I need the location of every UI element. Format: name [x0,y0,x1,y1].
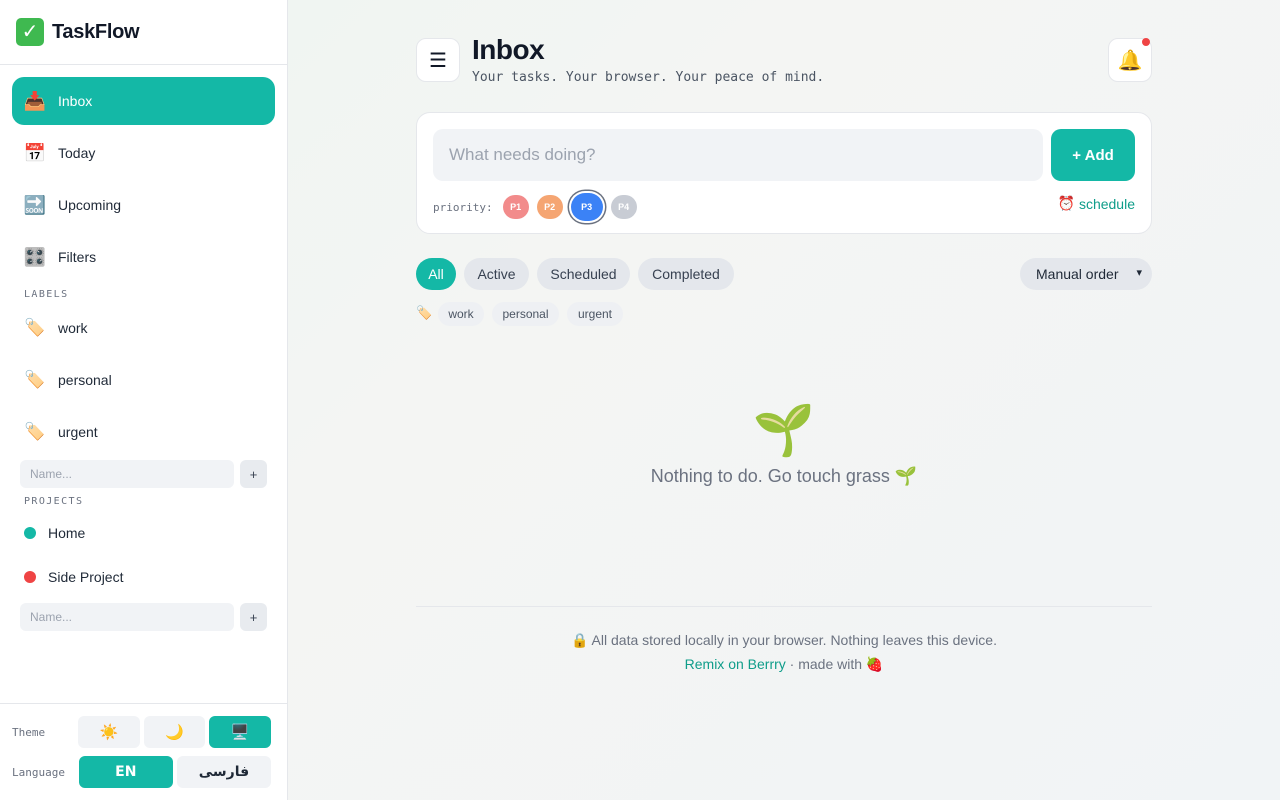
theme-light-button[interactable]: ☀️ [78,716,140,748]
language-label: Language [12,765,65,779]
nav-item-label: Upcoming [58,197,122,213]
status-filter-row: All Active Scheduled Completed Manual or… [416,258,1152,290]
empty-state: 🌱 Nothing to do. Go touch grass 🌱 [416,400,1152,487]
task-composer: + Add priority: P1 P2 P3 P4 ⏰ schedule [416,112,1152,234]
nav-item-label: Inbox [58,93,93,109]
theme-dark-button[interactable]: 🌙 [143,716,206,748]
tab-completed[interactable]: Completed [638,258,734,290]
new-project-input[interactable] [20,603,234,631]
schedule-button[interactable]: ⏰ schedule [1058,195,1135,212]
soon-arrow-icon: 🔜 [23,194,47,215]
label-filter-work[interactable]: work [438,302,484,326]
sidebar-label-urgent[interactable]: 🏷️ urgent [0,408,287,456]
label-filter-urgent[interactable]: urgent [567,302,623,326]
nav-item-upcoming[interactable]: 🔜 Upcoming [12,181,275,229]
chevron-down-icon: ▾ [1136,267,1142,279]
add-label-button[interactable]: + [240,460,267,488]
priority-p2-button[interactable]: P2 [536,195,563,219]
tag-icon: 🏷️ [24,370,46,389]
priority-p3-button[interactable]: P3 [570,193,603,221]
page-header: ☰ Inbox Your tasks. Your browser. Your p… [416,0,1152,112]
credit-line: Remix on Berrry · made with 🍓 [416,656,1152,673]
bell-icon: 🔔 [1117,49,1143,72]
check-mark-icon: ✓ [16,18,44,46]
label-name: urgent [58,424,98,440]
theme-row: Theme ☀️ 🌙 🖥️ [12,716,275,748]
main-content: ☰ Inbox Your tasks. Your browser. Your p… [416,0,1152,672]
sidebar: ✓ TaskFlow 📥 Inbox 📅 Today 🔜 Upcoming 🎛️… [0,0,288,800]
brand-name: TaskFlow [52,20,140,43]
alarm-clock-icon: ⏰ [1057,195,1075,211]
tag-icon: 🏷️ [24,318,46,337]
nav-item-label: Filters [58,249,97,265]
project-color-dot [24,527,36,539]
tab-all[interactable]: All [416,258,456,290]
seedling-icon: 🌱 [752,402,816,458]
nav-item-filters[interactable]: 🎛️ Filters [12,233,275,281]
project-name: Home [48,525,86,541]
sidebar-settings: Theme ☀️ 🌙 🖥️ Language EN فارسی [0,703,287,800]
label-filter-personal[interactable]: personal [492,302,559,326]
priority-label: priority: [433,200,493,214]
priority-p1-button[interactable]: P1 [502,195,529,219]
sidebar-project-home[interactable]: Home [0,511,287,555]
empty-state-text: Nothing to do. Go touch grass 🌱 [650,466,918,486]
label-name: personal [58,372,112,388]
project-color-dot [24,571,36,583]
project-name: Side Project [48,569,124,585]
sidebar-label-personal[interactable]: 🏷️ personal [0,356,287,404]
main-nav: 📥 Inbox 📅 Today 🔜 Upcoming 🎛️ Filters [0,65,287,281]
tab-scheduled[interactable]: Scheduled [537,258,630,290]
theme-system-button[interactable]: 🖥️ [209,716,271,748]
priority-p4-button[interactable]: P4 [610,195,637,219]
desktop-icon: 🖥️ [230,724,250,741]
made-with-text: · made with 🍓 [789,656,884,672]
language-fa-button[interactable]: فارسی [176,756,271,788]
hamburger-menu-icon: ☰ [429,49,447,72]
sidebar-project-side-project[interactable]: Side Project [0,555,287,599]
sidebar-label-work[interactable]: 🏷️ work [0,304,287,352]
label-name: work [58,320,88,336]
remix-link[interactable]: Remix on Berrry [685,656,786,672]
tag-icon: 🏷️ [416,305,433,320]
add-label-row: + [0,460,287,488]
page-subtitle: Your tasks. Your browser. Your peace of … [472,70,825,85]
theme-label: Theme [12,725,46,739]
language-en-button[interactable]: EN [78,756,173,788]
nav-item-inbox[interactable]: 📥 Inbox [12,77,275,125]
new-label-input[interactable] [20,460,234,488]
control-knobs-icon: 🎛️ [23,246,47,267]
notifications-button[interactable]: 🔔 [1108,38,1152,82]
privacy-notice: 🔒 All data stored locally in your browse… [571,632,997,648]
new-task-input[interactable] [433,129,1043,181]
projects-section-title: PROJECTS [24,496,84,507]
notification-dot [1142,38,1150,46]
calendar-icon: 📅 [23,142,47,163]
moon-icon: 🌙 [165,724,185,741]
nav-item-today[interactable]: 📅 Today [12,129,275,177]
nav-item-label: Today [58,145,96,161]
tab-active[interactable]: Active [464,258,529,290]
footer-divider [416,606,1152,607]
sun-icon: ☀️ [99,724,119,741]
sort-order-select[interactable]: Manual order ▾ [1020,258,1152,290]
inbox-tray-icon: 📥 [23,90,47,111]
labels-section-title: LABELS [24,289,69,300]
brand: ✓ TaskFlow [0,0,287,65]
tag-icon: 🏷️ [24,422,46,441]
add-project-row: + [0,603,287,631]
add-project-button[interactable]: + [240,603,267,631]
page-title: Inbox [472,34,545,65]
add-task-button[interactable]: + Add [1051,129,1135,181]
language-row: Language EN فارسی [12,756,275,788]
priority-selector: priority: P1 P2 P3 P4 [433,193,637,221]
menu-button[interactable]: ☰ [416,38,460,82]
schedule-label: schedule [1078,195,1135,212]
sort-order-value: Manual order [1036,266,1119,282]
